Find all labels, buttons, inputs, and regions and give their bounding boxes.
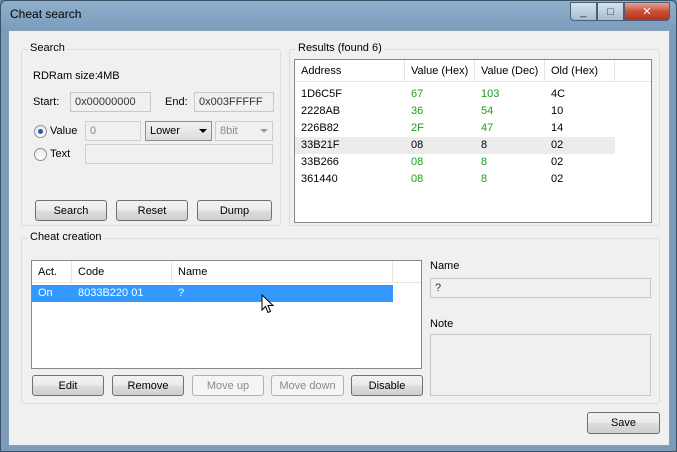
window-title: Cheat search	[10, 7, 82, 21]
table-row[interactable]: 361440 08 8 02	[295, 171, 615, 188]
end-address-input[interactable]: 0x003FFFFF	[194, 92, 274, 112]
cheat-note-textarea[interactable]	[430, 334, 651, 396]
col-act[interactable]: Act.	[32, 261, 72, 283]
remove-button[interactable]: Remove	[112, 375, 184, 396]
edit-button[interactable]: Edit	[32, 375, 104, 396]
size-select[interactable]: 8bit	[215, 121, 273, 141]
start-address-input[interactable]: 0x00000000	[70, 92, 151, 112]
cell-dec: 47	[481, 122, 494, 134]
cell-hex: 36	[411, 105, 424, 117]
cell-name: ?	[178, 287, 185, 299]
list-item[interactable]: On 8033B220 01 ?	[32, 285, 393, 302]
reset-button[interactable]: Reset	[116, 200, 188, 221]
end-label: End:	[165, 96, 188, 108]
cheat-name-input[interactable]: ?	[430, 278, 651, 298]
col-code[interactable]: Code	[72, 261, 172, 283]
cell-old: 02	[551, 173, 564, 185]
cell-old: 02	[551, 156, 564, 168]
minimize-button[interactable]: _	[570, 2, 597, 21]
text-radio[interactable]	[34, 148, 47, 161]
col-address[interactable]: Address	[295, 60, 405, 82]
title-bar[interactable]: Cheat search _ □ ✕	[1, 1, 676, 30]
close-button[interactable]: ✕	[624, 2, 670, 21]
chevron-down-icon	[260, 129, 268, 133]
search-button[interactable]: Search	[35, 200, 107, 221]
value-radio[interactable]	[34, 125, 47, 138]
rdram-label: RDRam size:	[33, 70, 98, 82]
cell-dec: 103	[481, 88, 500, 100]
cell-address: 1D6C5F	[301, 88, 342, 100]
col-value-hex[interactable]: Value (Hex)	[405, 60, 475, 82]
cell-hex: 2F	[411, 122, 424, 134]
cell-hex: 08	[411, 156, 424, 168]
cheat-creation-group: Cheat creation Act. Code Name On 8033B22…	[21, 231, 660, 404]
table-row[interactable]: 226B82 2F 47 14	[295, 120, 615, 137]
table-row[interactable]: 1D6C5F 67 103 4C	[295, 86, 615, 103]
start-label: Start:	[33, 96, 60, 108]
cell-old: 14	[551, 122, 564, 134]
compare-select[interactable]: Lower	[145, 121, 212, 141]
dump-button[interactable]: Dump	[197, 200, 272, 221]
text-radio-label: Text	[50, 148, 71, 160]
disable-button[interactable]: Disable	[351, 375, 423, 396]
cell-old: 10	[551, 105, 564, 117]
results-group: Results (found 6) Address Value (Hex) Va…	[289, 42, 660, 226]
cell-dec: 8	[481, 139, 488, 151]
value-input[interactable]: 0	[85, 121, 141, 141]
cell-dec: 8	[481, 173, 488, 185]
note-label: Note	[430, 318, 454, 330]
col-old-hex[interactable]: Old (Hex)	[545, 60, 615, 82]
app-window: Cheat search _ □ ✕ Search RDRam size: 4M…	[0, 0, 677, 452]
cell-address: 226B82	[301, 122, 339, 134]
cell-address: 2228AB	[301, 105, 341, 117]
cheat-creation-group-label: Cheat creation	[28, 231, 104, 243]
close-icon: ✕	[642, 6, 652, 18]
minimize-icon: _	[580, 5, 587, 18]
cell-hex: 67	[411, 88, 424, 100]
search-group: Search RDRam size: 4MB Start: 0x00000000…	[21, 42, 281, 226]
col-filler	[615, 60, 651, 82]
text-input[interactable]	[85, 144, 273, 164]
results-group-label: Results (found 6)	[296, 42, 384, 54]
value-radio-label: Value	[50, 125, 78, 137]
dialog-client: Search RDRam size: 4MB Start: 0x00000000…	[8, 30, 670, 446]
maximize-icon: □	[607, 5, 614, 18]
save-button[interactable]: Save	[587, 412, 660, 434]
size-select-value: 8bit	[220, 125, 238, 137]
cell-address: 33B21F	[301, 139, 340, 151]
table-row[interactable]: 33B266 08 8 02	[295, 154, 615, 171]
mouse-cursor-icon	[261, 294, 275, 314]
cell-code: 8033B220 01	[78, 287, 144, 299]
cell-address: 33B266	[301, 156, 339, 168]
cell-address: 361440	[301, 173, 338, 185]
table-row[interactable]: 33B21F 08 8 02	[295, 137, 615, 154]
cell-act: On	[38, 287, 53, 299]
maximize-button[interactable]: □	[597, 2, 624, 21]
col-value-dec[interactable]: Value (Dec)	[475, 60, 545, 82]
move-down-button[interactable]: Move down	[271, 375, 344, 396]
cheat-list-header: Act. Code Name	[32, 261, 421, 283]
cheat-list[interactable]: Act. Code Name On 8033B220 01 ?	[31, 260, 422, 369]
cell-hex: 08	[411, 139, 424, 151]
results-list[interactable]: Address Value (Hex) Value (Dec) Old (Hex…	[294, 59, 652, 223]
name-label: Name	[430, 260, 460, 272]
cell-old: 02	[551, 139, 564, 151]
chevron-down-icon	[199, 129, 207, 133]
cell-old: 4C	[551, 88, 566, 100]
col-filler	[393, 261, 421, 283]
results-list-header: Address Value (Hex) Value (Dec) Old (Hex…	[295, 60, 651, 82]
rdram-value: 4MB	[97, 70, 120, 82]
move-up-button[interactable]: Move up	[192, 375, 264, 396]
cell-hex: 08	[411, 173, 424, 185]
compare-select-value: Lower	[150, 125, 180, 137]
cell-dec: 54	[481, 105, 494, 117]
col-name[interactable]: Name	[172, 261, 393, 283]
cell-dec: 8	[481, 156, 488, 168]
search-group-label: Search	[28, 42, 67, 54]
table-row[interactable]: 2228AB 36 54 10	[295, 103, 615, 120]
